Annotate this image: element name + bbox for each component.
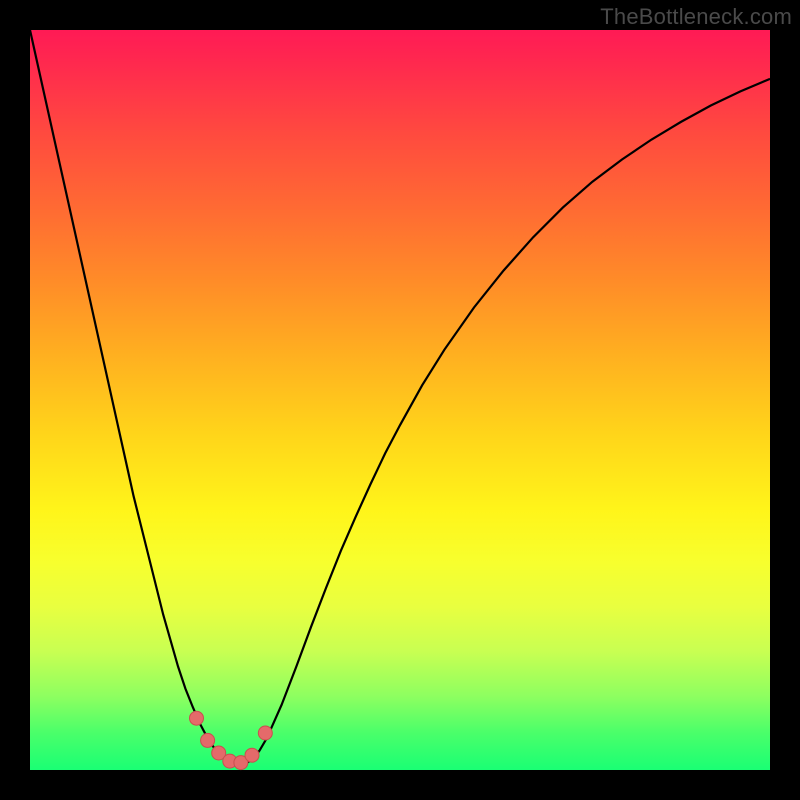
curve-marker <box>201 733 215 747</box>
watermark-text: TheBottleneck.com <box>600 4 792 30</box>
chart-frame: TheBottleneck.com <box>0 0 800 800</box>
curve-marker <box>245 748 259 762</box>
plot-area <box>30 30 770 770</box>
bottleneck-curve <box>30 30 770 766</box>
curve-markers <box>190 711 273 769</box>
curve-marker <box>258 726 272 740</box>
chart-svg <box>30 30 770 770</box>
curve-marker <box>190 711 204 725</box>
